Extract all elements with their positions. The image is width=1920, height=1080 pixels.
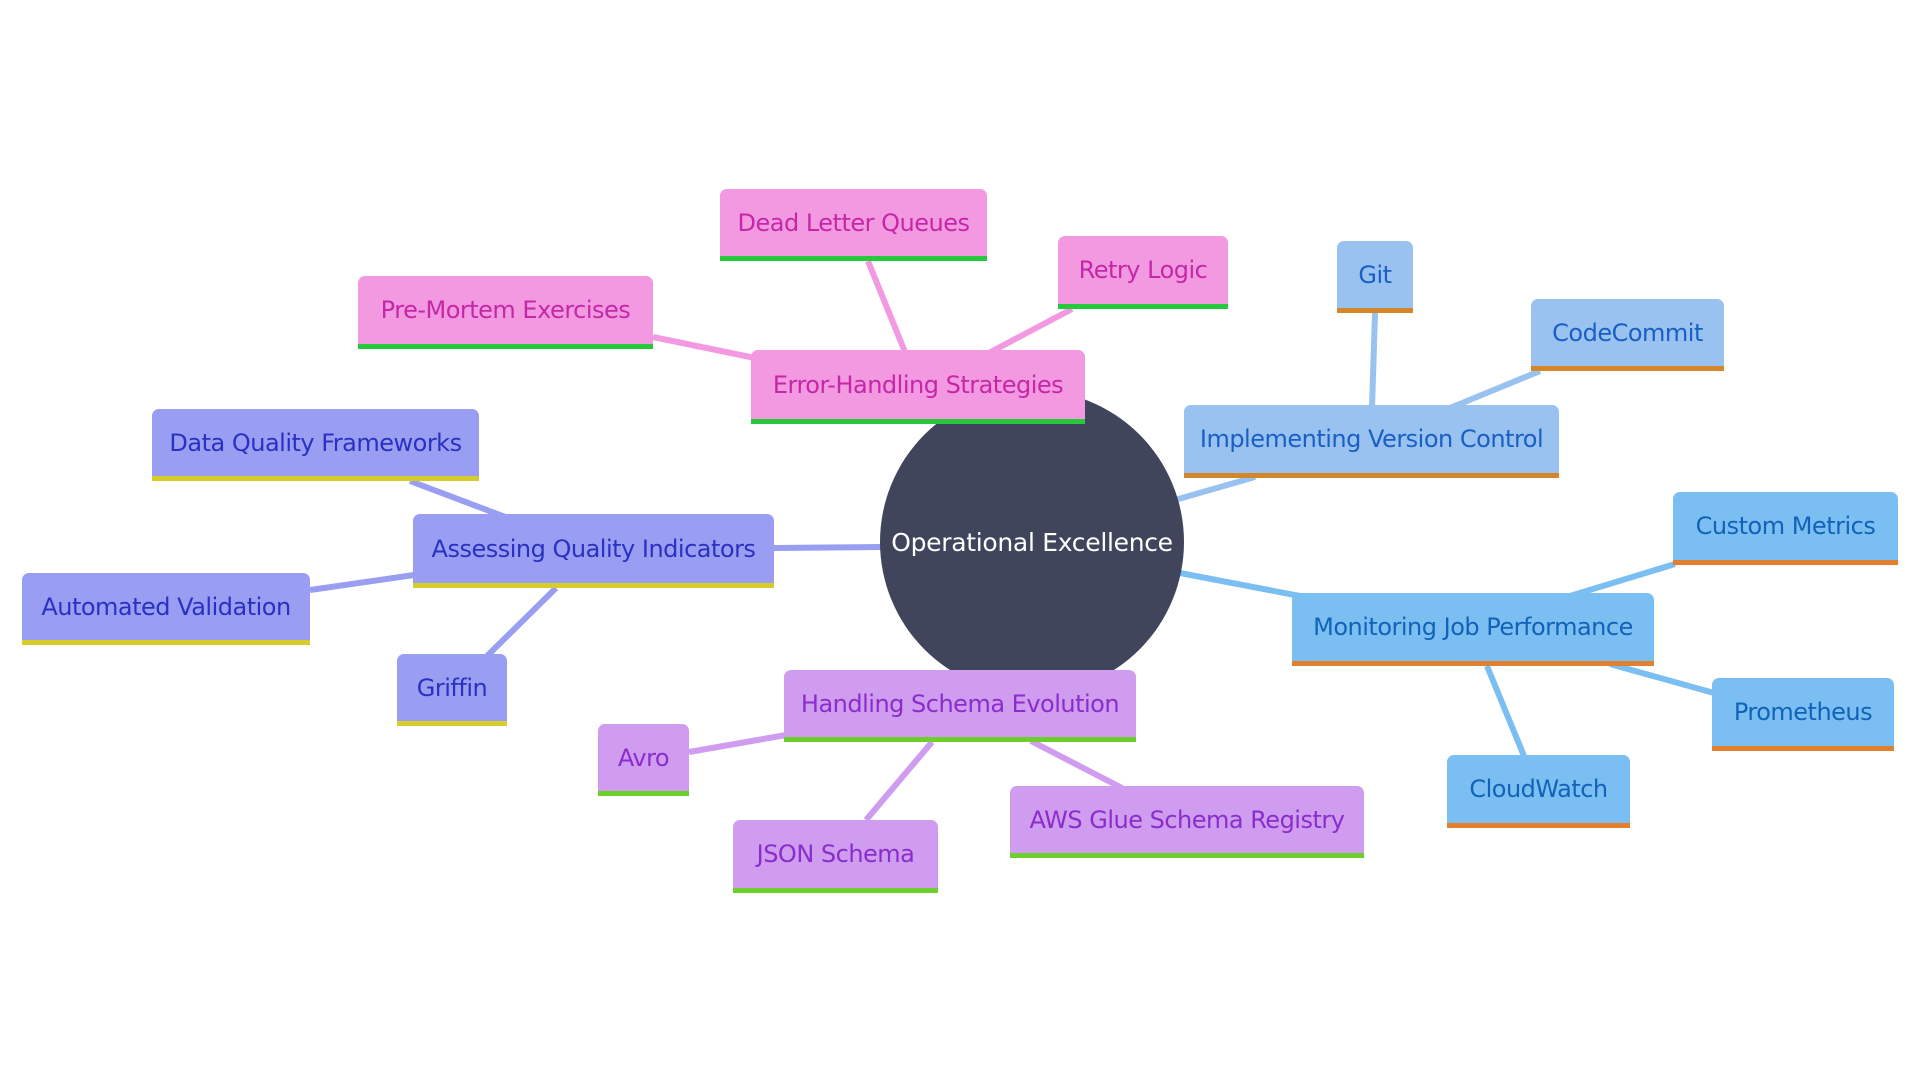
node-underline bbox=[598, 791, 689, 796]
leaf-node-avro[interactable]: Avro bbox=[598, 724, 689, 796]
branch-node-handling-schema-evolution[interactable]: Handling Schema Evolution bbox=[784, 670, 1136, 742]
node-underline bbox=[1010, 853, 1364, 858]
node-label: AWS Glue Schema Registry bbox=[1029, 805, 1345, 834]
root-node-operational-excellence[interactable]: Operational Excellence bbox=[880, 390, 1184, 694]
node-underline bbox=[358, 344, 653, 349]
node-underline bbox=[1447, 823, 1630, 828]
connector-quality bbox=[773, 544, 883, 551]
leaf-node-retry-logic[interactable]: Retry Logic bbox=[1058, 236, 1228, 309]
leaf-node-json-schema[interactable]: JSON Schema bbox=[733, 820, 938, 893]
leaf-node-automated-validation[interactable]: Automated Validation bbox=[22, 573, 310, 645]
node-label: Retry Logic bbox=[1078, 256, 1208, 284]
node-underline bbox=[733, 888, 938, 893]
leaf-node-codecommit[interactable]: CodeCommit bbox=[1531, 299, 1724, 371]
node-label: Prometheus bbox=[1733, 698, 1873, 726]
node-underline bbox=[397, 721, 507, 726]
node-label: Implementing Version Control bbox=[1199, 425, 1544, 453]
node-label: Data Quality Frameworks bbox=[169, 428, 462, 457]
connector-retry bbox=[983, 306, 1074, 358]
node-underline bbox=[413, 583, 774, 588]
node-label: Git bbox=[1358, 260, 1392, 289]
node-label: CodeCommit bbox=[1552, 318, 1703, 347]
node-underline bbox=[152, 476, 479, 481]
leaf-node-aws-glue-schema-registry[interactable]: AWS Glue Schema Registry bbox=[1010, 786, 1364, 858]
leaf-node-dead-letter-queues[interactable]: Dead Letter Queues bbox=[720, 189, 987, 261]
node-label: Error-Handling Strategies bbox=[772, 370, 1064, 399]
node-label: JSON Schema bbox=[756, 840, 915, 868]
connector-griffin bbox=[484, 585, 559, 659]
connector-git bbox=[1369, 312, 1378, 409]
connector-dqf bbox=[408, 478, 510, 521]
leaf-node-griffin[interactable]: Griffin bbox=[397, 654, 507, 726]
node-underline bbox=[1292, 661, 1654, 666]
connector-avro bbox=[688, 732, 787, 755]
connector-glue bbox=[1029, 738, 1124, 791]
node-label: Avro bbox=[617, 743, 670, 772]
node-underline bbox=[720, 256, 987, 261]
connector-premortem bbox=[652, 334, 756, 361]
leaf-node-prometheus[interactable]: Prometheus bbox=[1712, 678, 1894, 751]
node-label: Assessing Quality Indicators bbox=[431, 534, 756, 563]
branch-node-implementing-version-control[interactable]: Implementing Version Control bbox=[1184, 405, 1559, 478]
leaf-node-git[interactable]: Git bbox=[1337, 241, 1413, 313]
node-label: Griffin bbox=[416, 673, 488, 702]
node-underline bbox=[751, 419, 1085, 424]
node-underline bbox=[1058, 304, 1228, 309]
leaf-node-custom-metrics[interactable]: Custom Metrics bbox=[1673, 492, 1898, 565]
connector-codecommit bbox=[1448, 368, 1542, 411]
branch-node-assessing-quality-indicators[interactable]: Assessing Quality Indicators bbox=[413, 514, 774, 588]
node-underline bbox=[1712, 746, 1894, 751]
node-label: Handling Schema Evolution bbox=[800, 689, 1120, 718]
node-underline bbox=[22, 640, 310, 645]
node-underline bbox=[1184, 473, 1559, 478]
node-label: Automated Validation bbox=[41, 592, 291, 621]
connector-prometheus bbox=[1609, 661, 1715, 696]
connector-autoval bbox=[309, 572, 415, 593]
node-label: Dead Letter Queues bbox=[737, 208, 970, 237]
leaf-node-cloudwatch[interactable]: CloudWatch bbox=[1447, 755, 1630, 828]
node-underline bbox=[1673, 560, 1898, 565]
connector-custom bbox=[1569, 561, 1676, 599]
connector-dlq bbox=[865, 259, 908, 354]
leaf-node-data-quality-frameworks[interactable]: Data Quality Frameworks bbox=[152, 409, 479, 481]
branch-node-monitoring-job-performance[interactable]: Monitoring Job Performance bbox=[1292, 593, 1654, 666]
node-underline bbox=[1337, 308, 1413, 313]
node-label: Custom Metrics bbox=[1695, 512, 1876, 540]
node-label: CloudWatch bbox=[1469, 775, 1608, 803]
connector-version bbox=[1174, 474, 1256, 503]
connector-monitoring bbox=[1179, 570, 1301, 599]
connector-cloudwatch bbox=[1484, 664, 1527, 758]
node-underline bbox=[1531, 366, 1724, 371]
node-label: Pre-Mortem Exercises bbox=[380, 296, 631, 324]
root-node-label: Operational Excellence bbox=[891, 527, 1173, 557]
node-underline bbox=[784, 737, 1136, 742]
leaf-node-pre-mortem-exercises[interactable]: Pre-Mortem Exercises bbox=[358, 276, 653, 349]
node-label: Monitoring Job Performance bbox=[1313, 613, 1633, 641]
branch-node-error-handling-strategies[interactable]: Error-Handling Strategies bbox=[751, 350, 1085, 424]
connector-jsonschema bbox=[863, 740, 935, 822]
